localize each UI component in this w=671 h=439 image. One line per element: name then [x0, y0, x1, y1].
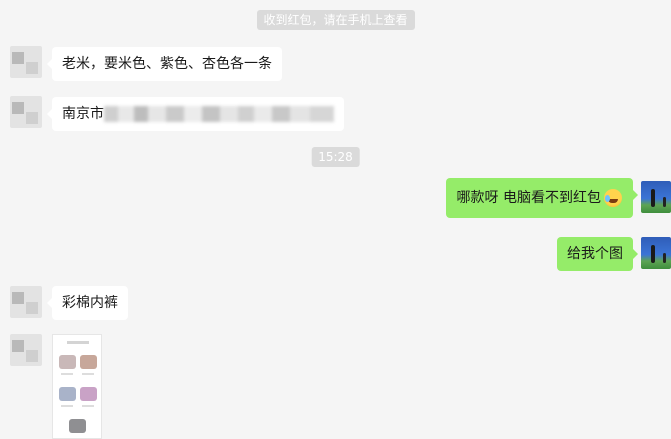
product-swatch: [80, 387, 97, 401]
incoming-message[interactable]: 南京市: [47, 97, 344, 131]
timestamp: 15:28: [311, 147, 360, 167]
message-text: 彩棉内裤: [62, 295, 118, 311]
contact-avatar[interactable]: [10, 96, 42, 128]
message-text: 老米，要米色、紫色、杏色各一条: [62, 56, 272, 72]
contact-avatar[interactable]: [10, 334, 42, 366]
avatar-figure: [663, 197, 666, 207]
message-text: 哪款呀 电脑看不到红包: [456, 190, 601, 206]
swatch-label: [82, 405, 94, 407]
blurred-address-text: [104, 106, 334, 122]
product-swatch: [80, 355, 97, 369]
message-text: 给我个图: [567, 246, 623, 262]
product-swatch: [59, 355, 76, 369]
avatar-figure: [651, 245, 655, 263]
message-text: 南京市: [62, 106, 104, 122]
chat-message-area[interactable]: 收到红包，请在手机上查看 老米，要米色、紫色、杏色各一条 南京市 15:28 哪…: [0, 0, 671, 439]
outgoing-message[interactable]: 哪款呀 电脑看不到红包: [445, 178, 639, 218]
product-image-thumbnail[interactable]: [52, 334, 102, 439]
contact-avatar[interactable]: [10, 286, 42, 318]
thumbnail-title: [67, 341, 89, 344]
avatar-figure: [651, 189, 655, 207]
my-avatar[interactable]: [641, 181, 671, 213]
product-swatch: [69, 419, 86, 433]
outgoing-message[interactable]: 给我个图: [557, 237, 638, 271]
incoming-message[interactable]: 老米，要米色、紫色、杏色各一条: [47, 47, 282, 81]
incoming-message[interactable]: 彩棉内裤: [47, 286, 128, 320]
avatar-figure: [663, 253, 666, 263]
system-notice: 收到红包，请在手机上查看: [256, 10, 415, 30]
my-avatar[interactable]: [641, 237, 671, 269]
swatch-label: [82, 373, 94, 375]
swatch-label: [61, 405, 73, 407]
swatch-label: [61, 373, 73, 375]
contact-avatar[interactable]: [10, 46, 42, 78]
product-swatch: [59, 387, 76, 401]
rolling-laughing-emoji-icon: [604, 189, 622, 207]
